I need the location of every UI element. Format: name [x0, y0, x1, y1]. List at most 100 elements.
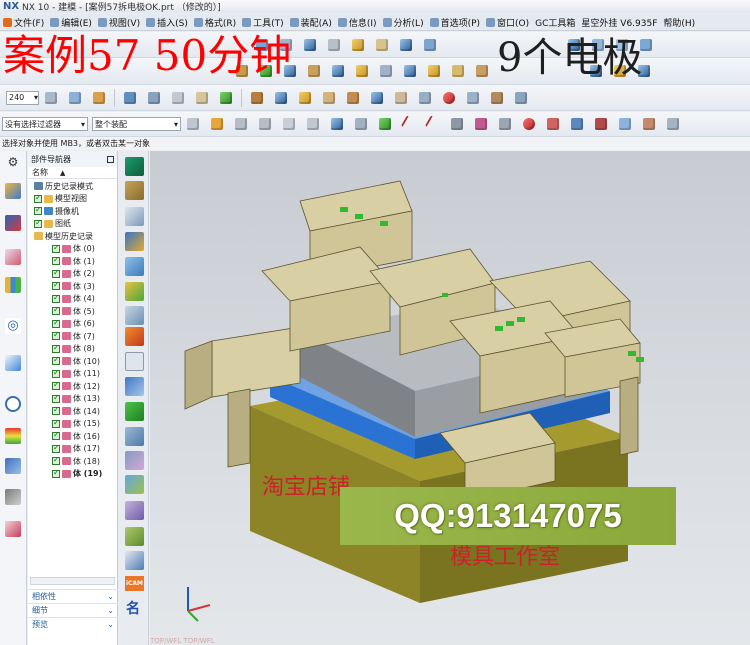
tree-node-row[interactable]: 历史记录模式 [28, 180, 117, 193]
visibility-checkbox[interactable] [52, 393, 60, 403]
visibility-checkbox[interactable] [34, 205, 42, 216]
tree-body-row[interactable]: 体 (8) [28, 343, 117, 356]
intersection-point-icon[interactable] [566, 114, 588, 134]
electrode-design-icon[interactable] [294, 88, 316, 108]
menu-analysis[interactable]: 分析(L) [380, 16, 427, 29]
spline-icon[interactable] [470, 114, 492, 134]
rename-icon[interactable] [125, 377, 144, 396]
tree-body-row[interactable]: 体 (0) [28, 243, 117, 256]
draft-analysis-icon[interactable] [125, 232, 144, 251]
tree-node-row[interactable]: 图纸 [28, 218, 117, 231]
zoom-dropdown[interactable]: 240 ▾ [6, 90, 39, 105]
book-icon[interactable] [125, 207, 144, 226]
delete-face-icon[interactable] [327, 61, 349, 81]
arc-icon[interactable] [494, 114, 516, 134]
region-icon[interactable] [125, 257, 144, 276]
clock-icon[interactable] [3, 394, 24, 415]
menu-file[interactable]: 文件(F) [0, 16, 47, 29]
visibility-checkbox[interactable] [52, 268, 60, 278]
refresh-icon[interactable] [125, 551, 144, 570]
process-studio-icon[interactable] [3, 456, 24, 477]
visibility-checkbox[interactable] [34, 193, 42, 203]
electrode-check-icon[interactable] [366, 88, 388, 108]
color-edit-icon[interactable] [88, 88, 110, 108]
circle-center-icon[interactable] [518, 114, 540, 134]
visibility-checkbox[interactable] [52, 305, 60, 316]
parting-line-icon[interactable] [125, 181, 144, 200]
boolean-icon[interactable] [395, 35, 417, 55]
panel-dependencies[interactable]: 相依性 ⌄ [28, 589, 118, 603]
flame-icon[interactable] [125, 327, 144, 346]
mold-wizard-icon[interactable] [125, 157, 144, 176]
filter-icon[interactable] [206, 114, 228, 134]
electrode-drawing-icon[interactable] [390, 88, 412, 108]
draft-icon[interactable] [471, 61, 493, 81]
visibility-checkbox[interactable] [52, 368, 60, 378]
body-split-icon[interactable] [125, 282, 144, 301]
menu-xingkong-plugin[interactable]: 星空外挂 V6.935F [578, 16, 660, 29]
extrude-icon[interactable] [323, 35, 345, 55]
tree-body-row[interactable]: 体 (1) [28, 255, 117, 268]
visibility-checkbox[interactable] [52, 405, 60, 416]
column-header-name[interactable]: 名称 ▲ [28, 167, 117, 179]
maximize-icon[interactable] [107, 155, 114, 163]
visibility-checkbox[interactable] [52, 318, 60, 328]
tree-body-row[interactable]: 体 (14) [28, 405, 117, 418]
tangent-icon[interactable] [590, 114, 612, 134]
visibility-checkbox[interactable] [52, 355, 60, 366]
unite-icon[interactable] [423, 61, 445, 81]
tree-node-row[interactable]: 模型历史记录 [28, 230, 117, 243]
tree-body-row[interactable]: 体 (2) [28, 268, 117, 281]
menu-window[interactable]: 窗口(O) [483, 16, 532, 29]
spark-gap-icon[interactable] [125, 501, 144, 520]
menu-gc-toolkit[interactable]: GC工具箱 [532, 16, 578, 29]
menu-help[interactable]: 帮助(H) [660, 16, 698, 29]
visibility-checkbox[interactable] [52, 418, 60, 428]
rectangle-select-icon[interactable] [302, 114, 324, 134]
ruler-icon[interactable] [191, 88, 213, 108]
electrode-bom-tool-icon[interactable] [125, 527, 144, 546]
visibility-checkbox[interactable] [52, 280, 60, 291]
layer-settings-icon[interactable] [40, 88, 62, 108]
history-icon[interactable] [3, 353, 24, 374]
check-geometry-icon[interactable] [215, 88, 237, 108]
menu-info[interactable]: 信息(I) [335, 16, 380, 29]
green-check-icon[interactable] [125, 402, 144, 421]
tree-body-row[interactable]: 体 (7) [28, 330, 117, 343]
constraint-navigator-icon[interactable] [3, 213, 24, 234]
select-edge-icon[interactable] [350, 114, 372, 134]
transform-icon[interactable] [246, 88, 268, 108]
snap-point-icon[interactable] [119, 88, 141, 108]
visibility-checkbox[interactable] [52, 293, 60, 303]
face-point-icon[interactable] [614, 114, 636, 134]
menu-edit[interactable]: 编辑(E) [47, 16, 95, 29]
graphics-window[interactable]: 淘宝店铺 模具工作室 QQ:913147075 TOP/WFL TOP/WFL [150, 151, 750, 645]
menu-view[interactable]: 视图(V) [95, 16, 143, 29]
tree-body-row[interactable]: 体 (19) [28, 468, 117, 481]
snap-toggle-icon[interactable] [230, 114, 252, 134]
electrode-tool-icon[interactable] [125, 306, 144, 325]
visibility-checkbox[interactable] [52, 380, 60, 391]
menu-insert[interactable]: 插入(S) [143, 16, 191, 29]
subtract-icon[interactable] [399, 61, 421, 81]
point-dialog-icon[interactable] [374, 114, 396, 134]
panel-preview[interactable]: 预览 ⌄ [28, 617, 118, 631]
visibility-checkbox[interactable] [52, 468, 60, 478]
more-tools-icon[interactable] [510, 88, 532, 108]
snowflake-icon[interactable] [125, 352, 144, 371]
tools-wrench-icon[interactable] [486, 88, 508, 108]
tree-body-row[interactable]: 体 (4) [28, 293, 117, 306]
visibility-checkbox[interactable] [52, 255, 60, 266]
more-snap-icon[interactable] [662, 114, 684, 134]
selection-filter-dropdown[interactable]: 没有选择过滤器 ▾ [2, 117, 88, 131]
select-body-icon[interactable] [278, 114, 300, 134]
electrode-blank-icon[interactable] [318, 88, 340, 108]
part-navigator-icon[interactable] [3, 247, 24, 268]
tree-body-row[interactable]: 体 (11) [28, 368, 117, 381]
shaded-view-icon[interactable] [419, 35, 441, 55]
menu-assembly[interactable]: 装配(A) [287, 16, 335, 29]
tree-body-row[interactable]: 体 (12) [28, 380, 117, 393]
wcs-icon[interactable] [143, 88, 165, 108]
tree-body-row[interactable]: 体 (15) [28, 418, 117, 431]
grid-icon[interactable] [638, 114, 660, 134]
